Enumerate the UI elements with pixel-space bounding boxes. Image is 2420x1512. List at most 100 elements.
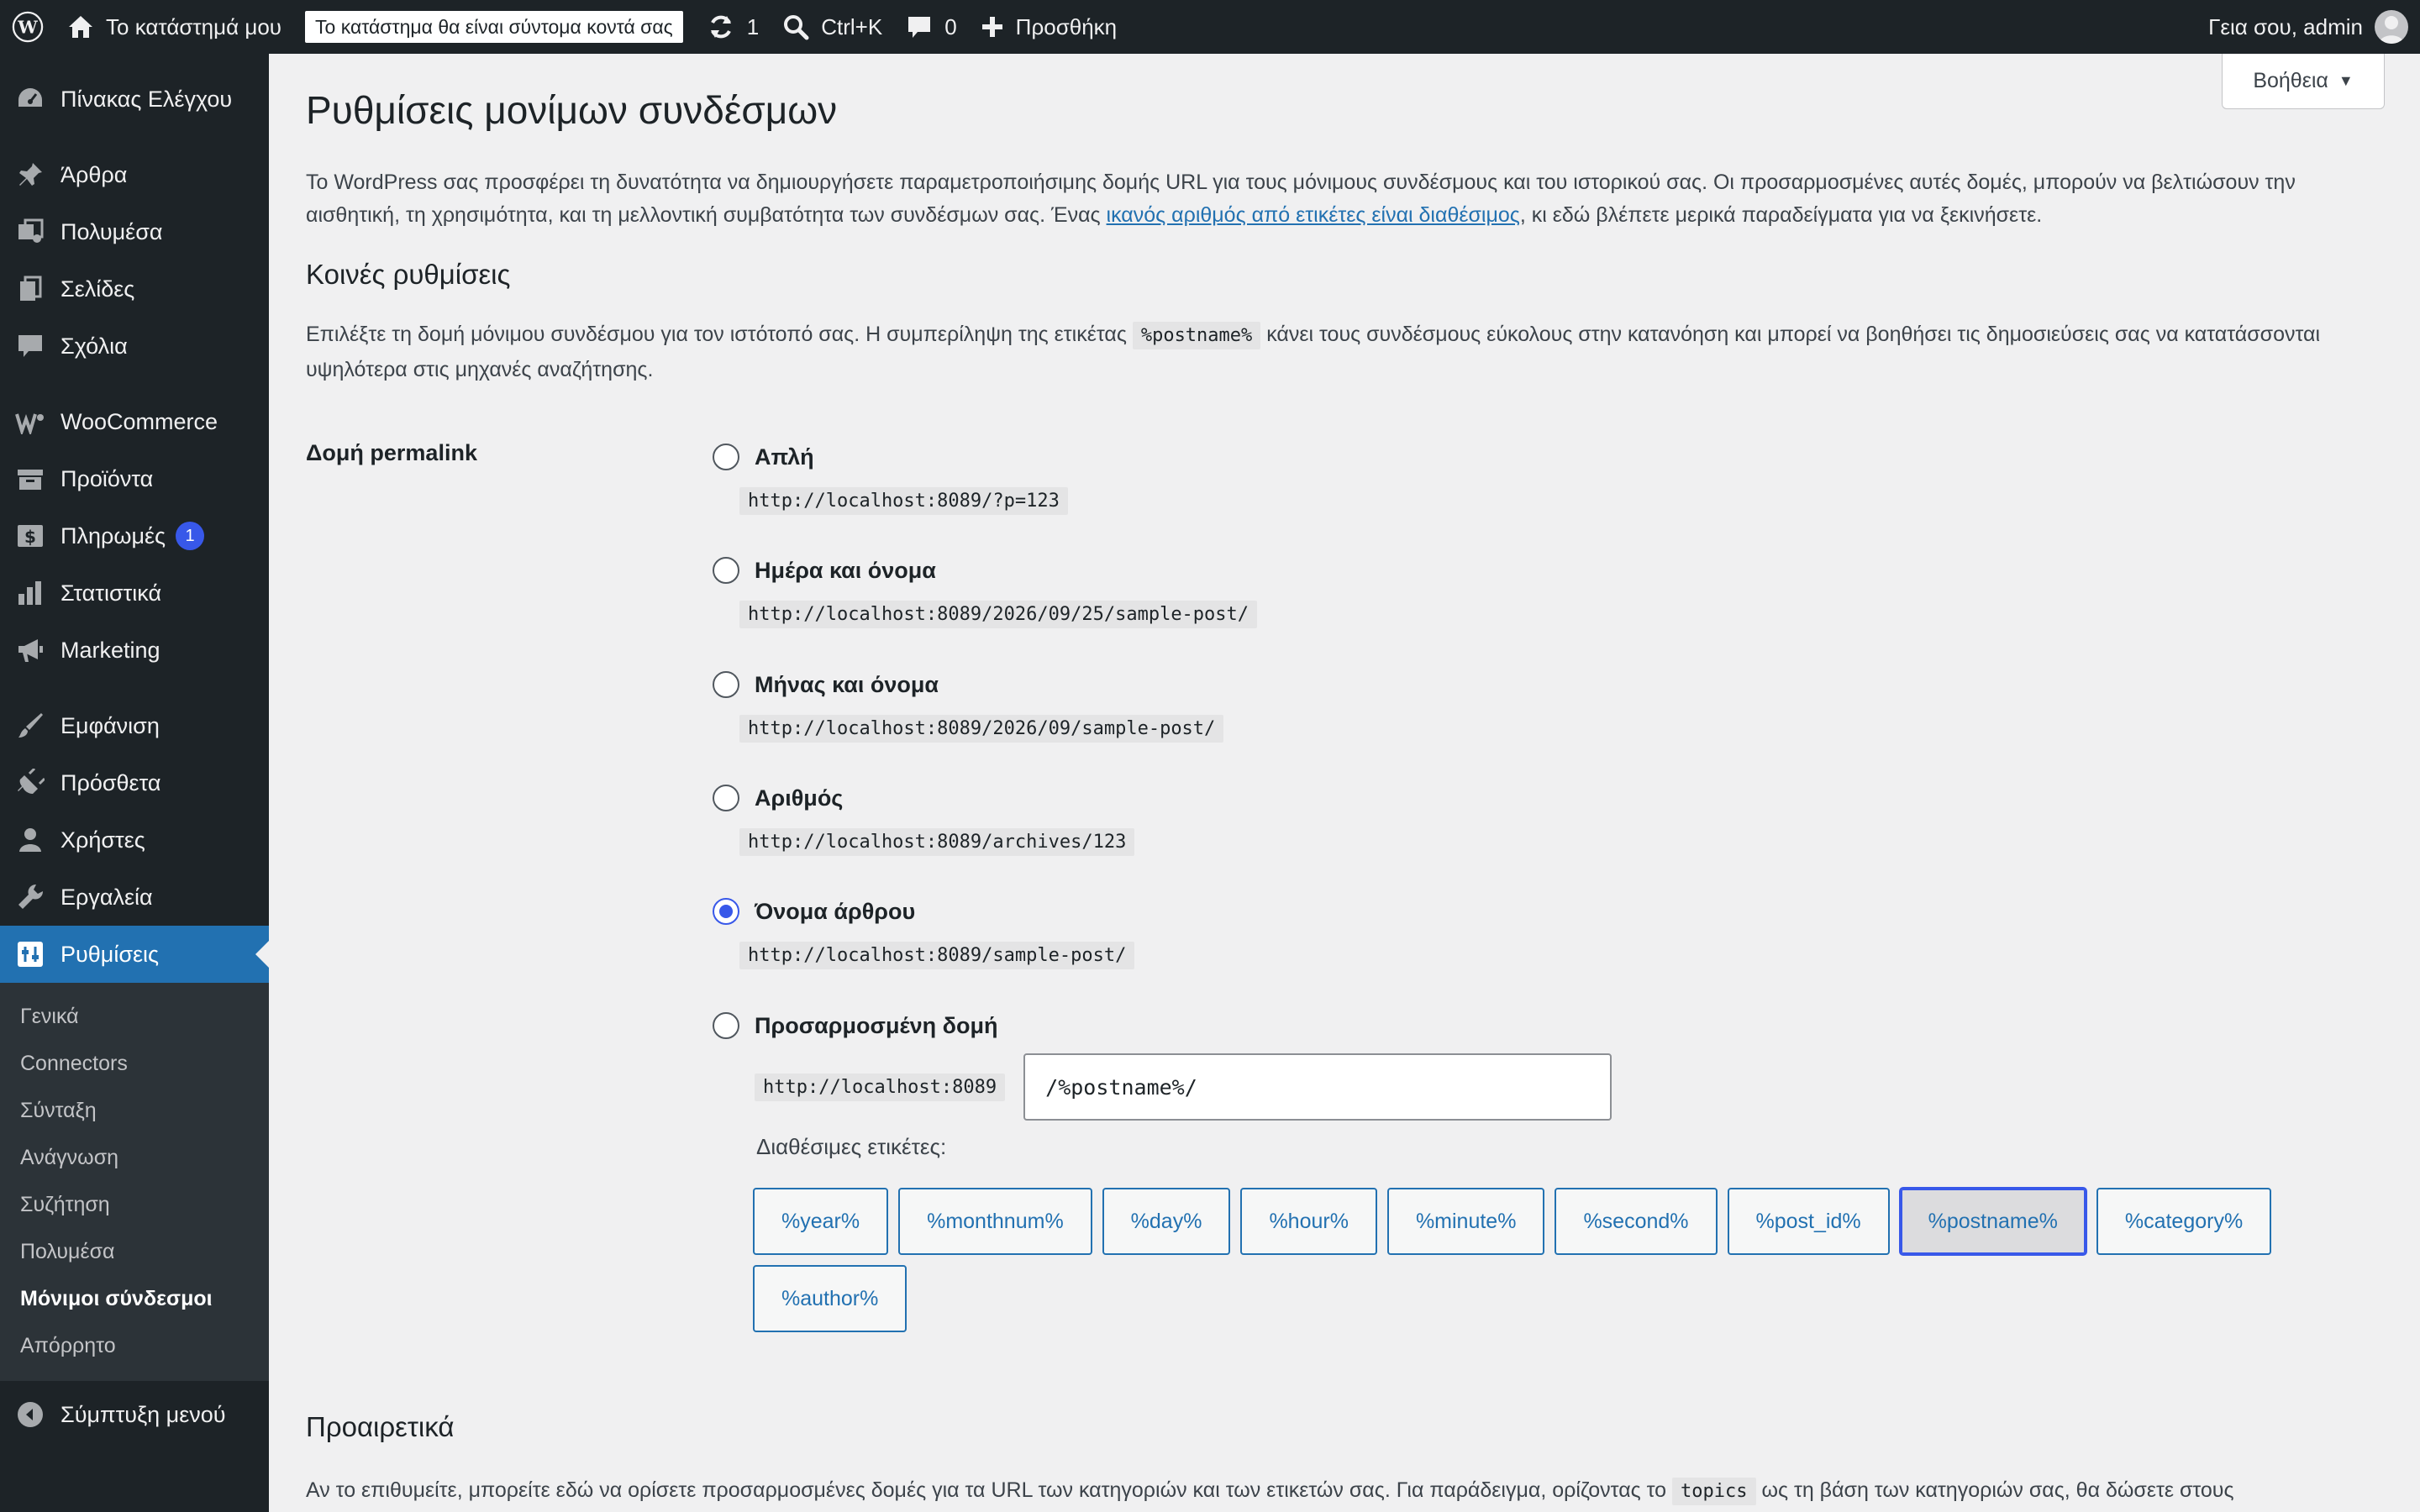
settings-icon [15, 939, 45, 969]
example-url: http://localhost:8089/archives/123 [739, 828, 1135, 856]
wrench-icon [15, 882, 45, 912]
custom-structure-input[interactable] [1023, 1053, 1612, 1121]
stats-icon [15, 578, 45, 608]
radio-numeric[interactable] [713, 785, 739, 811]
radio-custom[interactable] [713, 1012, 739, 1039]
menu-item-tools[interactable]: Εργαλεία [0, 869, 269, 926]
users-icon [15, 825, 45, 855]
wordpress-logo-icon[interactable]: W [0, 0, 55, 54]
menu-item-products[interactable]: Προϊόντα [0, 450, 269, 507]
submenu-media[interactable]: Πολυμέσα [0, 1228, 269, 1275]
radio-plain[interactable] [713, 444, 739, 470]
menu-item-analytics[interactable]: Στατιστικά [0, 564, 269, 622]
example-url: http://localhost:8089/?p=123 [739, 487, 1068, 515]
radio-day-name[interactable] [713, 557, 739, 584]
menu-item-settings[interactable]: Ρυθμίσεις [0, 926, 269, 983]
tag-author-button[interactable]: %author% [753, 1265, 908, 1332]
store-notice-link[interactable]: Το κατάστημα θα είναι σύντομα κοντά σας [293, 0, 695, 54]
submenu-discussion[interactable]: Συζήτηση [0, 1181, 269, 1228]
tag-post-id-button[interactable]: %post_id% [1727, 1188, 1890, 1255]
comments-link[interactable]: 0 [894, 0, 968, 54]
tag-postname-button[interactable]: %postname% [1899, 1188, 2086, 1255]
my-account-link[interactable]: Γεια σου, admin [2196, 0, 2408, 54]
home-icon [67, 14, 94, 39]
menu-item-dashboard[interactable]: Πίνακας Ελέγχου [0, 71, 269, 128]
radio-month-name[interactable] [713, 671, 739, 698]
page-title: Ρυθμίσεις μονίμων συνδέσμων [306, 88, 838, 132]
plus-icon [981, 15, 1004, 39]
example-url: http://localhost:8089/2026/09/25/sample-… [739, 601, 1258, 628]
tag-minute-button[interactable]: %minute% [1386, 1188, 1545, 1255]
custom-structure-row: http://localhost:8089 [755, 1053, 1612, 1121]
radio-post-name[interactable] [713, 898, 739, 925]
updates-link[interactable]: 1 [695, 0, 771, 54]
submenu-general[interactable]: Γενικά [0, 993, 269, 1040]
menu-item-users[interactable]: Χρήστες [0, 811, 269, 869]
tag-category-button[interactable]: %category% [2096, 1188, 2272, 1255]
comments-icon [15, 331, 45, 361]
submenu-permalinks[interactable]: Μόνιμοι σύνδεσμοι [0, 1275, 269, 1322]
collapse-menu-button[interactable]: Σύμπτυξη μενού [0, 1386, 269, 1443]
store-notice: Το κατάστημα θα είναι σύντομα κοντά σας [305, 11, 683, 43]
optional-description: Αν το επιθυμείτε, μπορείτε εδώ να ορίσετ… [306, 1473, 2390, 1509]
menu-label: Πολυμέσα [60, 218, 163, 244]
products-icon [15, 464, 45, 494]
intro-text: Το WordPress σας προσφέρει τη δυνατότητα… [306, 166, 2390, 232]
site-name-link[interactable]: Το κατάστημά μου [55, 0, 293, 54]
svg-text:W: W [17, 17, 38, 38]
submenu-connectors[interactable]: Connectors [0, 1040, 269, 1087]
updates-icon [707, 13, 735, 41]
new-content-link[interactable]: Προσθήκη [969, 0, 1128, 54]
menu-item-payments[interactable]: $ Πληρωμές 1 [0, 507, 269, 564]
example-url: http://localhost:8089/sample-post/ [739, 942, 1135, 969]
submenu-reading[interactable]: Ανάγνωση [0, 1134, 269, 1181]
option-post-name-row[interactable]: Όνομα άρθρου [713, 895, 1134, 928]
option-label: Ημέρα και όνομα [755, 557, 936, 583]
custom-base-url: http://localhost:8089 [755, 1073, 1006, 1101]
menu-item-plugins[interactable]: Πρόσθετα [0, 754, 269, 811]
option-month-name: Μήνας και όνομα http://localhost:8089/20… [713, 668, 1224, 743]
option-numeric: Αριθμός http://localhost:8089/archives/1… [713, 781, 1135, 856]
option-numeric-row[interactable]: Αριθμός [713, 781, 1134, 815]
menu-item-appearance[interactable]: Εμφάνιση [0, 697, 269, 754]
option-custom-row[interactable]: Προσαρμοσμένη δομή [713, 1009, 998, 1042]
shortcut-label: Ctrl+K [821, 13, 883, 39]
option-label: Μήνας και όνομα [755, 671, 939, 697]
option-label: Προσαρμοσμένη δομή [755, 1012, 998, 1038]
option-plain-row[interactable]: Απλή [713, 440, 1068, 474]
submenu-privacy[interactable]: Απόρρητο [0, 1322, 269, 1369]
command-palette-link[interactable]: Ctrl+K [771, 0, 894, 54]
main-content: Βοήθεια ▼ Ρυθμίσεις μονίμων συνδέσμων Το… [269, 54, 2420, 1512]
available-tags-link[interactable]: ικανός αριθμός από ετικέτες είναι διαθέσ… [1107, 203, 1520, 227]
payments-badge: 1 [176, 522, 205, 550]
menu-label: Στατιστικά [60, 580, 162, 606]
option-month-name-row[interactable]: Μήνας και όνομα [713, 668, 1223, 701]
menu-item-pages[interactable]: Σελίδες [0, 260, 269, 318]
submenu-writing[interactable]: Σύνταξη [0, 1087, 269, 1134]
admin-sidebar: Πίνακας Ελέγχου Άρθρα Πολυμέσα Σελίδες Σ… [0, 54, 269, 1512]
intro-text-part: , κι εδώ βλέπετε μερικά παραδείγματα για… [1519, 203, 2043, 227]
menu-item-marketing[interactable]: Marketing [0, 622, 269, 679]
plugin-icon [15, 768, 45, 798]
menu-item-comments[interactable]: Σχόλια [0, 318, 269, 375]
tag-year-button[interactable]: %year% [753, 1188, 889, 1255]
option-day-name-row[interactable]: Ημέρα και όνομα [713, 554, 1257, 587]
updates-count: 1 [746, 13, 760, 39]
menu-item-woocommerce[interactable]: WooCommerce [0, 393, 269, 450]
dashboard-icon [15, 84, 45, 114]
help-label: Βοήθεια [2253, 69, 2328, 92]
menu-label: Σελίδες [60, 276, 135, 302]
help-button[interactable]: Βοήθεια ▼ [2222, 54, 2385, 109]
common-settings-heading: Κοινές ρυθμίσεις [306, 259, 511, 290]
tag-hour-button[interactable]: %hour% [1240, 1188, 1377, 1255]
menu-item-posts[interactable]: Άρθρα [0, 146, 269, 203]
megaphone-icon [15, 635, 45, 665]
option-custom: Προσαρμοσμένη δομή [713, 1009, 998, 1042]
tag-monthnum-button[interactable]: %monthnum% [898, 1188, 1092, 1255]
permalink-structure-label: Δομή permalink [306, 440, 477, 465]
menu-item-media[interactable]: Πολυμέσα [0, 203, 269, 260]
menu-label: Χρήστες [60, 827, 145, 853]
tag-second-button[interactable]: %second% [1555, 1188, 1718, 1255]
tag-day-button[interactable]: %day% [1102, 1188, 1231, 1255]
comments-count: 0 [944, 13, 957, 39]
